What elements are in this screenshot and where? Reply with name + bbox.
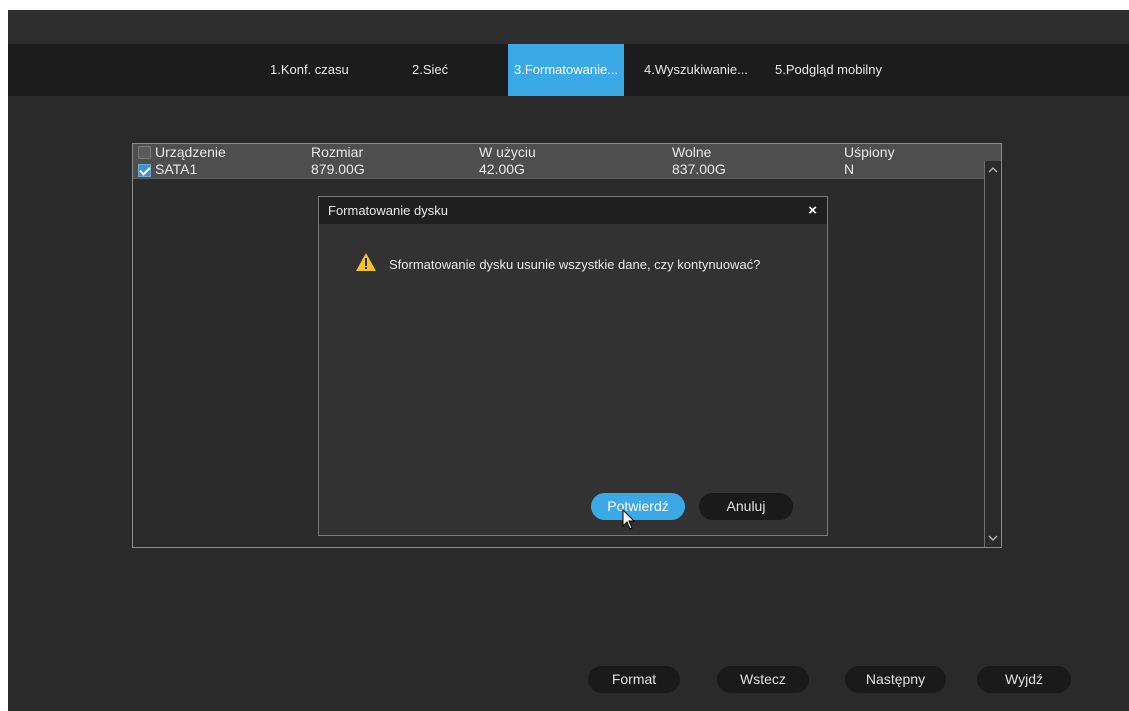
tab-mobile-preview[interactable]: 5.Podgląd mobilny [775,44,882,96]
tab-formatting[interactable]: 3.Formatowanie... [508,44,625,96]
row-checkbox[interactable] [138,164,151,177]
tab-time-config[interactable]: 1.Konf. czasu [270,44,349,96]
tab-network[interactable]: 2.Sieć [412,44,448,96]
cell-used: 42.00G [479,161,525,177]
dialog-header: Formatowanie dysku × [319,197,827,224]
column-header-sleeping: Uśpiony [844,144,895,160]
tab-search[interactable]: 4.Wyszukiwanie... [644,44,748,96]
dialog-message: Sformatowanie dysku usunie wszystkie dan… [389,257,761,272]
cancel-button[interactable]: Anuluj [699,493,793,520]
top-strip [8,10,1129,44]
next-button[interactable]: Następny [845,666,946,693]
cell-sleeping: N [844,161,855,177]
column-header-size: Rozmiar [311,144,364,160]
table-scrollbar[interactable] [984,161,1001,547]
confirm-button[interactable]: Potwierdź [591,493,685,520]
dialog-title: Formatowanie dysku [328,203,448,218]
scroll-up-icon[interactable] [988,165,998,175]
wizard-tab-bar: 1.Konf. czasu 2.Sieć 3.Formatowanie... 4… [8,44,1129,96]
column-header-used: W użyciu [479,144,536,160]
table-row[interactable]: SATA1 879.00G 42.00G 837.00G N [133,161,986,179]
format-disk-dialog: Formatowanie dysku × Sformatowanie dysku… [318,196,828,536]
back-button[interactable]: Wstecz [717,666,809,693]
warning-icon [356,253,376,271]
select-all-checkbox[interactable] [138,146,151,159]
column-header-device: Urządzenie [155,144,226,160]
table-header: Urządzenie Rozmiar W użyciu Wolne Uśpion… [133,144,1001,161]
cell-size: 879.00G [311,161,365,177]
scroll-down-icon[interactable] [988,533,998,543]
mouse-pointer-icon [622,509,636,530]
column-header-free: Wolne [672,144,712,160]
close-icon[interactable]: × [808,202,817,219]
cell-free: 837.00G [672,161,726,177]
cell-device: SATA1 [155,161,198,177]
exit-button[interactable]: Wyjdź [977,666,1071,693]
format-button[interactable]: Format [588,666,680,693]
dvr-screen: 1.Konf. czasu 2.Sieć 3.Formatowanie... 4… [8,10,1129,711]
